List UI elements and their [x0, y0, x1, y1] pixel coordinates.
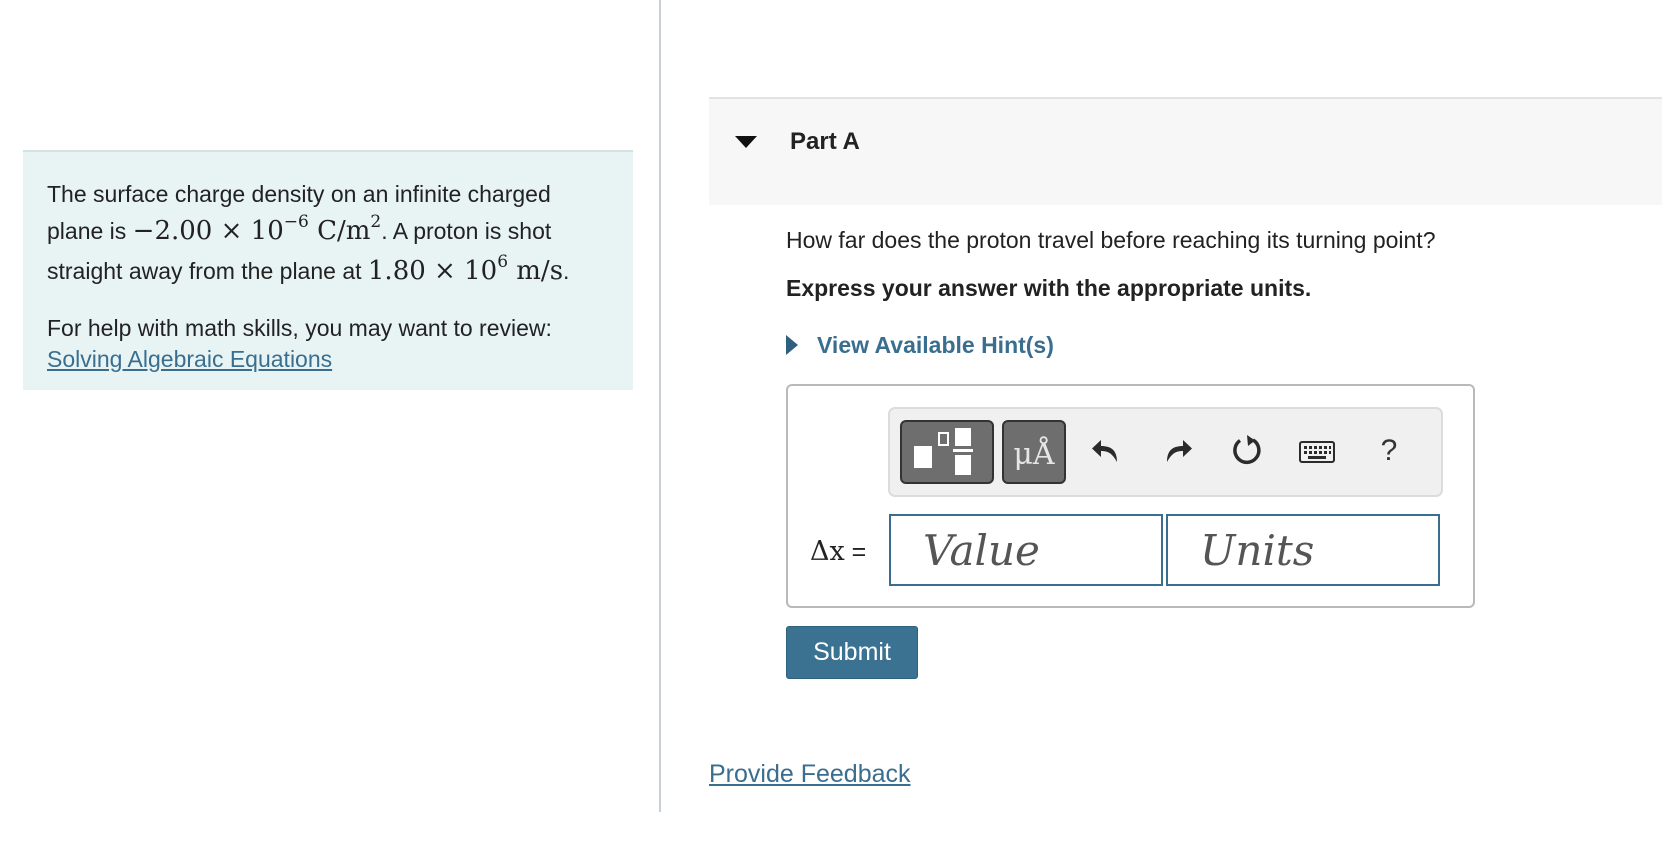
templates-icon	[914, 428, 973, 475]
proton-speed-value: 1.80 × 106 m/s	[367, 252, 564, 286]
answer-instructions: Express your answer with the appropriate…	[786, 275, 1312, 301]
proton-speed-exponent: 6	[497, 252, 509, 272]
solving-equations-link[interactable]: Solving Algebraic Equations	[47, 346, 332, 372]
answer-variable-label: Δx =	[810, 536, 866, 567]
problem-text-end: .	[563, 258, 570, 284]
equals-sign: =	[844, 538, 867, 566]
expand-triangle-icon	[786, 335, 798, 355]
redo-icon[interactable]	[1157, 431, 1197, 471]
collapse-triangle-icon[interactable]	[735, 136, 757, 148]
math-toolbar: μÅ ?	[888, 407, 1443, 497]
symbols-button[interactable]: μÅ	[1002, 420, 1066, 484]
charge-density-unit-exponent: 2	[370, 212, 382, 232]
question-text: How far does the proton travel before re…	[786, 227, 1436, 253]
charge-density-exponent: −6	[283, 212, 309, 232]
keyboard-icon[interactable]	[1298, 431, 1336, 471]
answer-variable: Δx	[810, 536, 845, 567]
templates-button[interactable]	[900, 420, 994, 484]
proton-speed-mantissa: 1.80 × 10	[367, 256, 498, 286]
undo-icon[interactable]	[1087, 431, 1127, 471]
symbols-icon: μÅ	[1013, 437, 1055, 472]
answer-box: μÅ ? Δx =	[786, 384, 1475, 608]
column-divider	[659, 0, 661, 812]
units-input[interactable]	[1166, 514, 1440, 586]
view-hints-label[interactable]: View Available Hint(s)	[817, 332, 1054, 359]
submit-button[interactable]: Submit	[786, 626, 918, 679]
problem-panel: The surface charge density on an infinit…	[23, 150, 633, 390]
math-help-text: For help with math skills, you may want …	[47, 315, 552, 341]
provide-feedback-link[interactable]: Provide Feedback	[709, 760, 911, 789]
help-icon[interactable]: ?	[1374, 431, 1404, 471]
charge-density-mantissa: −2.00 × 10	[132, 216, 284, 246]
math-help-block: For help with math skills, you may want …	[47, 313, 609, 375]
part-a-header[interactable]: Part A	[709, 97, 1662, 205]
proton-speed-unit: m/s	[508, 256, 564, 286]
charge-density-unit: C/m	[308, 216, 371, 246]
value-input[interactable]	[889, 514, 1163, 586]
reset-icon[interactable]	[1227, 431, 1267, 471]
problem-statement: The surface charge density on an infinit…	[47, 176, 609, 293]
part-title: Part A	[790, 128, 860, 155]
charge-density-value: −2.00 × 10−6 C/m2	[132, 212, 382, 246]
